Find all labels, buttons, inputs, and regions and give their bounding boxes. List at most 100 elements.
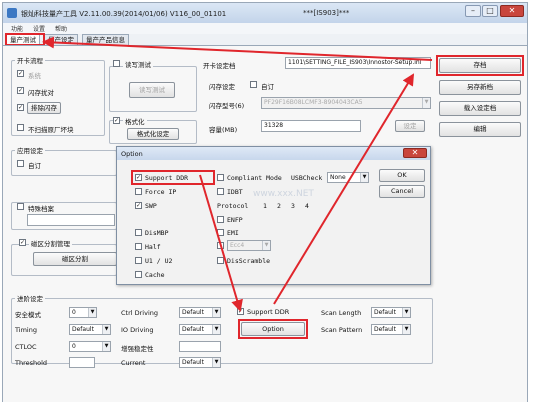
u1-u2-checkbox[interactable]	[135, 257, 142, 264]
chevron-down-icon: ▼	[422, 98, 430, 108]
partition-button[interactable]: 磁区分割	[33, 252, 117, 266]
card-setting-path-field[interactable]: 1101\SETTING_FILE_IS903\Innostor-Setup.i…	[285, 57, 431, 69]
ctrl-driving-value: Default	[182, 309, 204, 316]
compliant-mode-checkbox[interactable]	[217, 174, 224, 181]
menu-help[interactable]: 帮助	[55, 24, 67, 33]
special-file-field[interactable]	[27, 214, 115, 226]
watermark: www.xxx.NET	[253, 189, 314, 199]
stability-label: 增强稳定性	[121, 345, 154, 353]
enfp-checkbox[interactable]	[217, 216, 224, 223]
option-dialog-close-button[interactable]: ✕	[403, 148, 427, 158]
flash-model-dropdown[interactable]: PF29F16B08LCMF3-8904043CA5 ▼	[261, 97, 431, 109]
ecc-checkbox[interactable]	[217, 242, 224, 249]
custom-flash-checkbox[interactable]	[250, 81, 257, 88]
chevron-down-icon: ▼	[212, 325, 220, 334]
menu-function[interactable]: 功能	[11, 24, 23, 33]
chevron-down-icon: ▼	[88, 308, 96, 317]
card-setting-label: 开卡设定档	[203, 62, 236, 70]
stability-field[interactable]	[179, 341, 221, 352]
flash-compare-checkbox[interactable]: ✓	[17, 87, 24, 94]
save-as-button[interactable]: 另存新档	[439, 80, 521, 95]
half-label: Half	[145, 243, 161, 251]
current-value: Default	[182, 359, 204, 366]
special-file-checkbox[interactable]	[17, 203, 24, 210]
scan-pattern-dropdown[interactable]: Default ▼	[371, 324, 411, 335]
flash-model-value: PF29F16B08LCMF3-8904043CA5	[264, 99, 363, 106]
protocol-label: Protocol	[217, 202, 249, 210]
cache-label: Cache	[145, 271, 165, 279]
partition-checkbox[interactable]: ✓	[19, 239, 26, 246]
setting-button[interactable]: 设定	[395, 120, 425, 132]
idbt-checkbox[interactable]	[217, 188, 224, 195]
flash-compare-label: 闪存扰对	[28, 89, 54, 97]
threshold-label: Threshold	[15, 359, 48, 367]
protocol-value-2[interactable]: 2	[277, 202, 281, 210]
ctrl-driving-dropdown[interactable]: Default ▼	[179, 307, 221, 318]
capacity-field[interactable]: 31328	[261, 120, 361, 132]
no-scan-bad-block-checkbox[interactable]	[17, 124, 24, 131]
chevron-down-icon: ▼	[262, 241, 270, 250]
minimize-button[interactable]: –	[465, 5, 481, 17]
idbt-label: IDBT	[227, 188, 243, 196]
advanced-label: 进阶设定	[15, 293, 45, 303]
ctloc-value: 0	[72, 343, 76, 350]
tab-mp-settings[interactable]: 量产设定	[44, 34, 78, 45]
cache-checkbox[interactable]	[135, 271, 142, 278]
system-checkbox[interactable]: ✓	[17, 70, 24, 77]
timing-value: Default	[72, 326, 94, 333]
scan-length-dropdown[interactable]: Default ▼	[371, 307, 411, 318]
cancel-button[interactable]: Cancel	[379, 185, 425, 198]
safe-mode-dropdown[interactable]: 0 ▼	[69, 307, 97, 318]
exclude-flash-button[interactable]: 排除闪存	[27, 102, 61, 114]
save-highlight-box	[436, 55, 524, 76]
special-file-label: 特殊档案	[28, 205, 54, 213]
option-dialog: Option ✕ ✓ Support DDR Force IP ✓ SWP Di…	[116, 146, 431, 285]
exclude-flash-checkbox[interactable]: ✓	[17, 104, 24, 111]
chevron-down-icon: ▼	[212, 358, 220, 367]
ecc-dropdown[interactable]: Ecc4 ▼	[227, 240, 271, 251]
protocol-value-4[interactable]: 4	[305, 202, 309, 210]
scan-pattern-label: Scan Pattern	[321, 326, 363, 334]
custom-app-checkbox[interactable]	[17, 160, 24, 167]
chevron-down-icon: ▼	[402, 308, 410, 317]
app-setting-label: 应用设定	[15, 145, 45, 155]
emi-checkbox[interactable]	[217, 229, 224, 236]
io-driving-dropdown[interactable]: Default ▼	[179, 324, 221, 335]
window-title-chip: ***[IS903]***	[303, 9, 350, 17]
format-checkbox[interactable]: ✓	[113, 117, 120, 124]
threshold-field[interactable]	[69, 357, 95, 368]
option-dialog-titlebar: Option ✕	[117, 147, 430, 160]
support-ddr-checkbox[interactable]: ✓	[237, 308, 244, 315]
scan-pattern-value: Default	[374, 326, 396, 333]
dismbp-checkbox[interactable]	[135, 229, 142, 236]
rw-test-button[interactable]: 读写测试	[129, 82, 175, 98]
app-icon	[7, 8, 17, 18]
protocol-value-1[interactable]: 1	[263, 202, 267, 210]
ecc-value: Ecc4	[230, 242, 245, 249]
format-settings-button[interactable]: 格式化设定	[127, 128, 179, 140]
half-checkbox[interactable]	[135, 243, 142, 250]
timing-dropdown[interactable]: Default ▼	[69, 324, 111, 335]
swp-checkbox[interactable]: ✓	[135, 202, 142, 209]
tab-mp-product-info[interactable]: 量产产品信息	[82, 34, 129, 45]
rw-test-checkbox[interactable]	[113, 60, 120, 67]
load-settings-button[interactable]: 载入设定档	[439, 101, 521, 116]
usb-check-label: USBCheck	[291, 174, 323, 182]
edit-button[interactable]: 编辑	[439, 122, 521, 137]
safe-mode-label: 安全模式	[15, 311, 41, 319]
current-dropdown[interactable]: Default ▼	[179, 357, 221, 368]
maximize-button[interactable]: □	[482, 5, 498, 17]
rw-test-label: 读写测试	[123, 59, 153, 69]
usb-check-dropdown[interactable]: None ▼	[327, 172, 369, 183]
force-ip-checkbox[interactable]	[135, 188, 142, 195]
dismbp-label: DisMBP	[145, 229, 169, 237]
menu-settings[interactable]: 设置	[33, 24, 45, 33]
disscramble-checkbox[interactable]	[217, 257, 224, 264]
protocol-value-3[interactable]: 3	[291, 202, 295, 210]
ctloc-dropdown[interactable]: 0 ▼	[69, 341, 111, 352]
close-button[interactable]: ✕	[500, 5, 524, 17]
current-label: Current	[121, 359, 146, 367]
flash-model-label: 闪存型号(6)	[209, 102, 245, 110]
ok-button[interactable]: OK	[379, 169, 425, 182]
tab-strip: 量产测试 量产设定 量产产品信息	[3, 34, 527, 45]
